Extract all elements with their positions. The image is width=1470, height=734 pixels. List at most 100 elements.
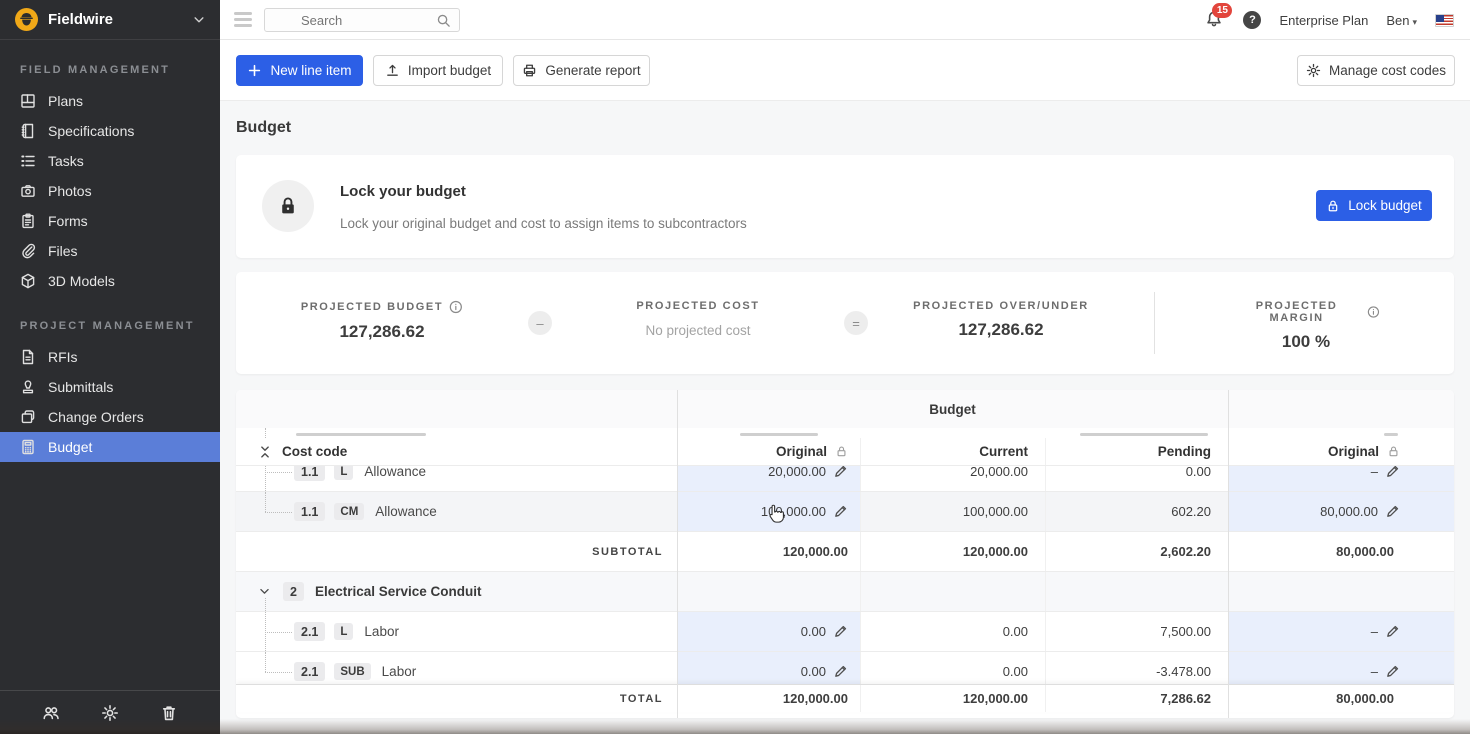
stat-projected-over-under: PROJECTED OVER/UNDER 127,286.62: [913, 300, 1089, 340]
brand-name: Fieldwire: [48, 11, 192, 28]
sidebar-item-photos[interactable]: Photos: [0, 176, 220, 206]
pencil-icon[interactable]: [833, 664, 848, 679]
clipped-scrolled-row: [236, 428, 1454, 438]
gear-icon[interactable]: [101, 704, 119, 722]
budget-table: Budget Cost code Original Current Pendin…: [236, 390, 1454, 718]
current-cell: 20,000.00: [860, 466, 1045, 491]
sidebar-item-tasks[interactable]: Tasks: [0, 146, 220, 176]
pencil-icon[interactable]: [833, 504, 848, 519]
table-row[interactable]: 1.1LAllowance 20,000.00 20,000.00 0.00 –: [236, 466, 1454, 492]
category-row[interactable]: 2 Electrical Service Conduit: [236, 572, 1454, 612]
search-box: [264, 8, 460, 32]
cost-code-badge: 2.1: [294, 662, 325, 681]
mouse-cursor-hand: [765, 503, 785, 525]
pencil-icon[interactable]: [1385, 504, 1400, 519]
pending-cell: 7,500.00: [1045, 612, 1228, 651]
cost-code-header: Cost code: [236, 438, 677, 465]
sidebar-section-field-management: FIELD MANAGEMENT: [0, 64, 220, 76]
stat-projected-budget: PROJECTED BUDGET 127,286.62: [301, 300, 463, 342]
original-cell[interactable]: 0.00: [677, 612, 860, 651]
unlock-icon[interactable]: [1387, 445, 1400, 458]
users-icon[interactable]: [42, 704, 60, 722]
sidebar-item-3d-models[interactable]: 3D Models: [0, 266, 220, 296]
subtotal-row: SUBTOTAL 120,000.00 120,000.00 2,602.20 …: [236, 532, 1454, 572]
type-tag: SUB: [334, 663, 370, 680]
user-menu[interactable]: Ben▾: [1386, 13, 1417, 28]
sidebar-item-plans[interactable]: Plans: [0, 86, 220, 116]
camera-icon: [20, 183, 36, 199]
sidebar-item-budget[interactable]: Budget: [0, 432, 220, 462]
pencil-icon[interactable]: [833, 466, 848, 479]
pencil-icon[interactable]: [1385, 664, 1400, 679]
hamburger-menu-icon[interactable]: [234, 12, 252, 27]
original-cell[interactable]: 20,000.00: [677, 466, 860, 491]
upload-icon: [385, 63, 400, 78]
minus-operator: –: [528, 311, 552, 335]
printer-icon: [522, 63, 537, 78]
sidebar-item-files[interactable]: Files: [0, 236, 220, 266]
collapse-all-icon[interactable]: [258, 445, 272, 459]
lock-banner-title: Lock your budget: [340, 183, 466, 200]
cost-code-badge: 1.1: [294, 466, 325, 481]
page-title: Budget: [236, 119, 291, 137]
lock-budget-button[interactable]: Lock budget: [1316, 190, 1432, 221]
unlock-icon[interactable]: [835, 445, 848, 458]
info-icon[interactable]: [1367, 305, 1380, 319]
sidebar-item-specifications[interactable]: Specifications: [0, 116, 220, 146]
copy-icon: [20, 409, 36, 425]
sidebar-item-change-orders[interactable]: Change Orders: [0, 402, 220, 432]
lock-icon-circle: [262, 180, 314, 232]
trash-icon[interactable]: [160, 704, 178, 722]
type-tag: CM: [334, 503, 364, 520]
current-cell: 0.00: [860, 612, 1045, 651]
top-bar: 15 ? Enterprise Plan Ben▾: [220, 0, 1470, 40]
specifications-icon: [20, 123, 36, 139]
subtotal-original: 120,000.00: [677, 532, 860, 571]
calculator-icon: [20, 439, 36, 455]
manage-cost-codes-button[interactable]: Manage cost codes: [1297, 55, 1455, 86]
info-icon[interactable]: [449, 300, 463, 314]
paperclip-icon: [20, 243, 36, 259]
projected-over-under-value: 127,286.62: [913, 320, 1089, 340]
search-icon[interactable]: [436, 13, 451, 28]
us-flag-icon[interactable]: [1435, 14, 1454, 27]
category-code-badge: 2: [283, 582, 304, 601]
chevron-down-icon[interactable]: [258, 585, 271, 598]
notifications-button[interactable]: 15: [1205, 10, 1225, 30]
table-row[interactable]: 1.1CMAllowance 100,000.00 100,000.00 602…: [236, 492, 1454, 532]
cost-code-badge: 2.1: [294, 622, 325, 641]
new-line-item-button[interactable]: New line item: [236, 55, 363, 86]
pencil-icon[interactable]: [833, 624, 848, 639]
subtotal-original2: 80,000.00: [1228, 532, 1454, 571]
original2-cell[interactable]: –: [1228, 612, 1454, 651]
lock-icon: [277, 195, 299, 217]
table-row[interactable]: 2.1LLabor 0.00 0.00 7,500.00 –: [236, 612, 1454, 652]
pencil-icon[interactable]: [1385, 624, 1400, 639]
subtotal-current: 120,000.00: [860, 532, 1045, 571]
stat-projected-margin: PROJECTED MARGIN 100 %: [1232, 300, 1380, 352]
original2-cell[interactable]: 80,000.00: [1228, 492, 1454, 531]
import-budget-button[interactable]: Import budget: [373, 55, 503, 86]
table-group-header: Budget: [236, 390, 1454, 428]
sidebar-item-submittals[interactable]: Submittals: [0, 372, 220, 402]
lock-banner-subtitle: Lock your original budget and cost to as…: [340, 216, 747, 231]
project-switcher[interactable]: Fieldwire: [0, 0, 220, 40]
subtotal-pending: 2,602.20: [1045, 532, 1228, 571]
generate-report-button[interactable]: Generate report: [513, 55, 650, 86]
sidebar-item-rfis[interactable]: RFIs: [0, 342, 220, 372]
sidebar: Fieldwire FIELD MANAGEMENT Plans Specifi…: [0, 0, 220, 734]
search-input[interactable]: [265, 9, 415, 31]
cube-icon: [20, 273, 36, 289]
pending-cell: 0.00: [1045, 466, 1228, 491]
cost-code-badge: 1.1: [294, 502, 325, 521]
current-header: Current: [860, 438, 1045, 465]
table-row-clip: 1.1LAllowance 20,000.00 20,000.00 0.00 –: [236, 466, 1454, 492]
original2-cell[interactable]: –: [1228, 466, 1454, 491]
sidebar-item-forms[interactable]: Forms: [0, 206, 220, 236]
help-button[interactable]: ?: [1243, 11, 1261, 29]
chevron-down-icon[interactable]: [192, 13, 206, 27]
total-row: TOTAL 120,000.00 120,000.00 7,286.62 80,…: [236, 684, 1454, 712]
type-tag: L: [334, 466, 353, 480]
pencil-icon[interactable]: [1385, 466, 1400, 479]
notification-badge: 15: [1212, 3, 1232, 18]
